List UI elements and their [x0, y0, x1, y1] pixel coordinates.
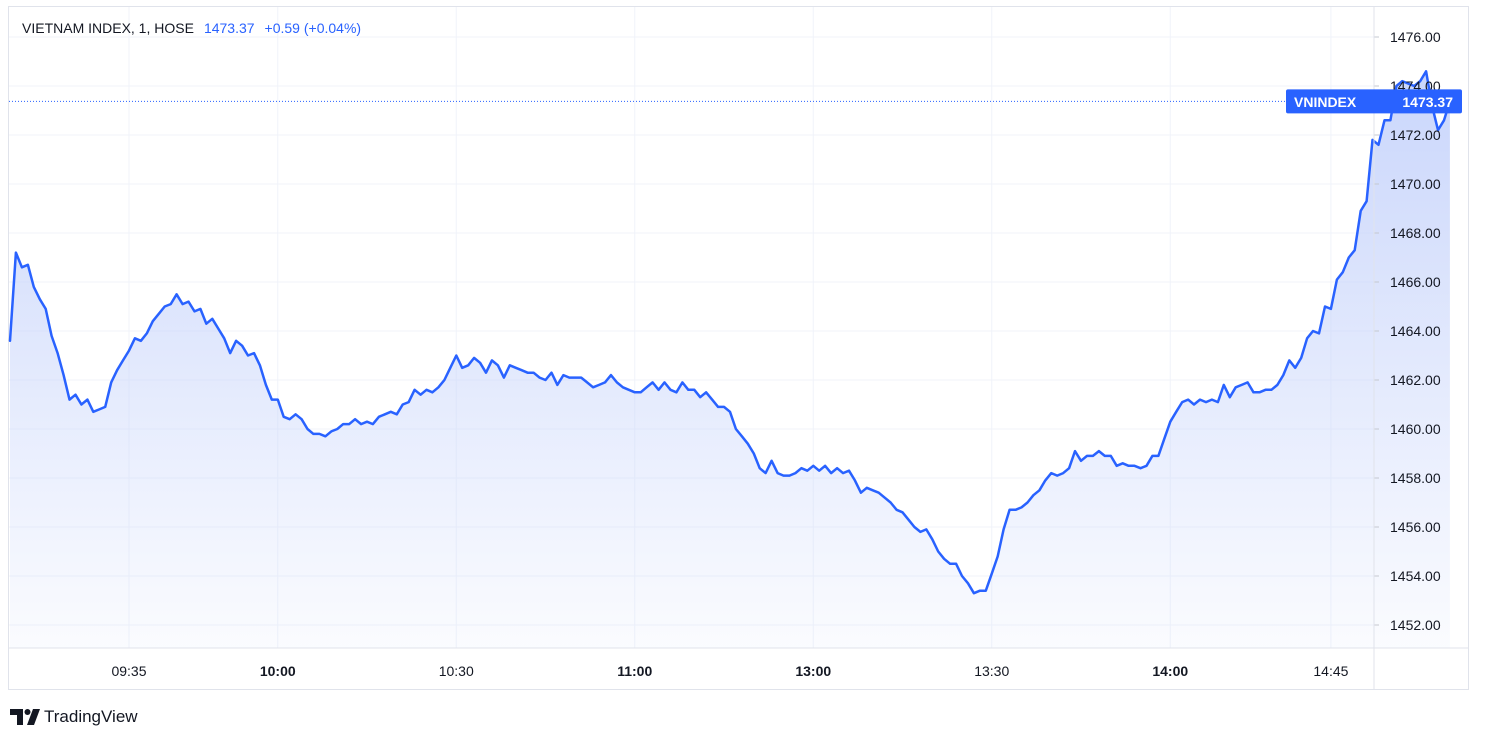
legend-symbol: VIETNAM INDEX, 1, HOSE	[22, 20, 194, 36]
y-tick-label: 1464.00	[1390, 323, 1441, 339]
tradingview-brand-name: TradingView	[44, 707, 138, 726]
y-tick-label: 1460.00	[1390, 421, 1441, 437]
x-tick-label: 14:45	[1313, 663, 1348, 679]
y-tick-label: 1470.00	[1390, 176, 1441, 192]
x-tick-label: 14:00	[1152, 663, 1188, 679]
x-tick-label: 09:35	[111, 663, 146, 679]
y-tick-label: 1466.00	[1390, 274, 1441, 290]
x-tick-label: 13:30	[974, 663, 1009, 679]
last-price-marker: VNINDEX 1473.37	[9, 89, 1462, 114]
y-tick-label: 1476.00	[1390, 29, 1441, 45]
y-tick-label: 1468.00	[1390, 225, 1441, 241]
x-tick-label: 10:00	[260, 663, 296, 679]
last-price-symbol: VNINDEX	[1294, 94, 1357, 110]
y-tick-label: 1458.00	[1390, 470, 1441, 486]
x-tick-label: 13:00	[795, 663, 831, 679]
symbol-legend[interactable]: VIETNAM INDEX, 1, HOSE 1473.37 +0.59 (+0.0…	[22, 20, 361, 36]
legend-price: 1473.37	[203, 20, 255, 36]
y-tick-label: 1472.00	[1390, 127, 1441, 143]
y-tick-label: 1454.00	[1390, 568, 1441, 584]
x-tick-label: 10:30	[439, 663, 474, 679]
tradingview-logo-icon	[10, 709, 40, 725]
y-tick-label: 1462.00	[1390, 372, 1441, 388]
x-tick-label: 11:00	[617, 663, 652, 679]
legend-change: +0.59 (+0.04%)	[264, 20, 362, 36]
area-fill-shape	[10, 71, 1450, 649]
y-tick-label: 1456.00	[1390, 519, 1441, 535]
area-fill	[10, 71, 1450, 649]
y-tick-label: 1452.00	[1390, 617, 1441, 633]
price-chart[interactable]: 1452.00 1454.00 1456.00 1458.00 1460.00 1462.…	[0, 0, 1485, 735]
tradingview-brand[interactable]: TradingView	[10, 707, 138, 727]
last-price-value: 1473.37	[1402, 94, 1453, 110]
